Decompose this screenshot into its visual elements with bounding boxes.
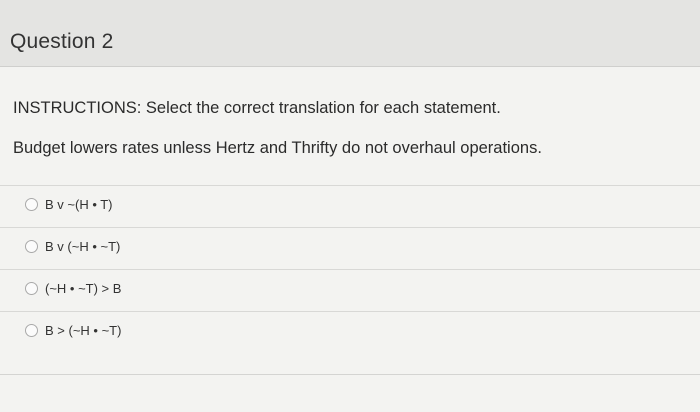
question-header: Question 2 [0, 0, 700, 67]
question-statement: Budget lowers rates unless Hertz and Thr… [13, 139, 542, 157]
option-label: B > (~H • ~T) [45, 323, 122, 338]
option-label: (~H • ~T) > B [45, 281, 122, 296]
option-label: B v (~H • ~T) [45, 239, 121, 254]
answer-option[interactable]: (~H • ~T) > B [0, 269, 700, 310]
radio-button[interactable] [25, 324, 38, 337]
answer-option[interactable]: B v (~H • ~T) [0, 227, 700, 268]
question-body: INSTRUCTIONS: Select the correct transla… [0, 67, 700, 412]
question-title: Question 2 [10, 30, 114, 53]
instructions-label: INSTRUCTIONS: [13, 99, 142, 117]
instructions: INSTRUCTIONS: Select the correct transla… [13, 99, 501, 118]
radio-button[interactable] [25, 198, 38, 211]
bottom-divider [0, 374, 700, 375]
option-label: B v ~(H • T) [45, 197, 113, 212]
radio-button[interactable] [25, 240, 38, 253]
radio-button[interactable] [25, 282, 38, 295]
quiz-page: Question 2 INSTRUCTIONS: Select the corr… [0, 0, 700, 412]
instructions-text: Select the correct translation for each … [141, 99, 501, 117]
answer-option[interactable]: B v ~(H • T) [0, 185, 700, 226]
answer-option[interactable]: B > (~H • ~T) [0, 311, 700, 352]
